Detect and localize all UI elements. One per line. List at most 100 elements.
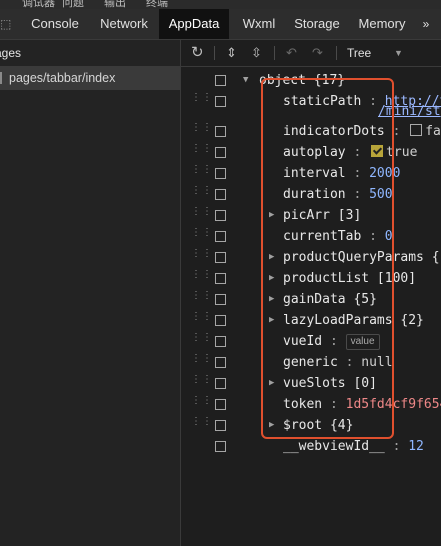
value-number[interactable]: 12 bbox=[408, 439, 424, 454]
row-checkbox[interactable] bbox=[215, 420, 226, 431]
bool-checkbox-checked[interactable] bbox=[371, 145, 384, 157]
key-label: vueId bbox=[283, 334, 323, 349]
tree-row-token[interactable]: ⋮⋮ token : 1d5fd4cf9f654 bbox=[181, 394, 441, 415]
value-text: fa bbox=[425, 124, 441, 139]
drag-handle-icon[interactable]: ⋮⋮ bbox=[191, 354, 212, 368]
drag-handle-icon[interactable]: ⋮⋮ bbox=[191, 333, 212, 347]
key-label: currentTab bbox=[283, 229, 362, 244]
page-item-tabbar-index[interactable]: pages/tabbar/index bbox=[0, 66, 180, 90]
expand-arrow-icon[interactable]: ▶ bbox=[269, 415, 274, 436]
tree-row-productList[interactable]: ⋮⋮ ▶ productList [100] bbox=[181, 268, 441, 289]
undo-icon[interactable]: ↶ bbox=[286, 40, 297, 66]
row-checkbox[interactable] bbox=[215, 252, 226, 263]
row-checkbox[interactable] bbox=[215, 399, 226, 410]
tree-row-vueSlots[interactable]: ⋮⋮ ▶ vueSlots [0] bbox=[181, 373, 441, 394]
expand-arrow-icon[interactable]: ▶ bbox=[269, 247, 274, 268]
tab-storage[interactable]: Storage bbox=[288, 9, 346, 39]
tab-console[interactable]: Console bbox=[22, 9, 88, 39]
tree-root-row[interactable]: ▼ object {17} bbox=[181, 70, 441, 91]
drag-handle-icon[interactable]: ⋮⋮ bbox=[191, 312, 212, 326]
row-checkbox[interactable] bbox=[215, 126, 226, 137]
tree-row-interval[interactable]: ⋮⋮ interval : 2000 bbox=[181, 163, 441, 184]
drag-handle-icon[interactable]: ⋮⋮ bbox=[191, 291, 212, 305]
tree-row-generic[interactable]: ⋮⋮ generic : null bbox=[181, 352, 441, 373]
tree-row-indicatorDots[interactable]: ⋮⋮ indicatorDots : fa bbox=[181, 121, 441, 142]
row-checkbox[interactable] bbox=[215, 357, 226, 368]
key-label: $root bbox=[283, 418, 323, 433]
value-number[interactable]: 500 bbox=[369, 187, 392, 202]
inspect-icon[interactable]: ⬚ bbox=[0, 9, 14, 39]
drag-handle-icon[interactable]: ⋮⋮ bbox=[191, 417, 212, 431]
collapse-all-icon[interactable]: ⇳ bbox=[251, 40, 262, 66]
drag-handle-icon[interactable]: ⋮⋮ bbox=[191, 165, 212, 179]
tab-network[interactable]: Network bbox=[92, 9, 156, 39]
key-label: __webviewId__ bbox=[283, 439, 385, 454]
tree-row-productQueryParams[interactable]: ⋮⋮ ▶ productQueryParams { bbox=[181, 247, 441, 268]
tree-row-lazyLoadParams[interactable]: ⋮⋮ ▶ lazyLoadParams {2} bbox=[181, 310, 441, 331]
value-input[interactable]: value bbox=[345, 333, 380, 350]
row-checkbox[interactable] bbox=[215, 315, 226, 326]
drag-handle-icon[interactable]: ⋮⋮ bbox=[191, 144, 212, 158]
value-text[interactable]: null bbox=[361, 355, 392, 370]
row-checkbox[interactable] bbox=[215, 210, 226, 221]
tree-row-gainData[interactable]: ⋮⋮ ▶ gainData {5} bbox=[181, 289, 441, 310]
row-checkbox[interactable] bbox=[215, 378, 226, 389]
key-label: gainData bbox=[283, 292, 346, 307]
view-mode-dropdown[interactable]: Tree bbox=[347, 40, 371, 66]
data-tree: ▼ object {17} ⋮⋮ staticPath : http://t /… bbox=[181, 70, 441, 546]
row-checkbox[interactable] bbox=[215, 168, 226, 179]
top-panel-tabs-strip: 调试器 问题 输出 终端 bbox=[0, 0, 441, 9]
drag-handle-icon[interactable]: ⋮⋮ bbox=[191, 186, 212, 200]
drag-handle-icon[interactable]: ⋮⋮ bbox=[191, 207, 212, 221]
expand-arrow-icon[interactable]: ▶ bbox=[269, 268, 274, 289]
tree-row-duration[interactable]: ⋮⋮ duration : 500 bbox=[181, 184, 441, 205]
row-checkbox[interactable] bbox=[215, 147, 226, 158]
redo-icon[interactable]: ↷ bbox=[312, 40, 323, 66]
expand-arrow-icon[interactable]: ▶ bbox=[269, 310, 274, 331]
row-checkbox[interactable] bbox=[215, 75, 226, 86]
key-label: autoplay bbox=[283, 145, 346, 160]
tab-appdata[interactable]: AppData bbox=[159, 9, 229, 39]
expand-arrow-icon[interactable]: ▶ bbox=[269, 289, 274, 310]
row-checkbox[interactable] bbox=[215, 189, 226, 200]
value-count: {5} bbox=[353, 292, 377, 307]
top-tab-terminal[interactable]: 终端 bbox=[146, 0, 168, 9]
drag-handle-icon[interactable]: ⋮⋮ bbox=[191, 375, 212, 389]
expand-arrow-icon[interactable]: ▼ bbox=[243, 70, 248, 91]
root-key: object bbox=[259, 73, 306, 88]
drag-handle-icon[interactable]: ⋮⋮ bbox=[191, 228, 212, 242]
row-checkbox[interactable] bbox=[215, 231, 226, 242]
top-tab-debugger[interactable]: 调试器 bbox=[22, 0, 55, 9]
tree-row-webviewId[interactable]: __webviewId__ : 12 bbox=[181, 436, 441, 457]
drag-handle-icon[interactable]: ⋮⋮ bbox=[191, 396, 212, 410]
value-string[interactable]: 1d5fd4cf9f654 bbox=[346, 397, 441, 412]
value-link-continued[interactable]: /mini/st bbox=[378, 104, 441, 119]
row-checkbox[interactable] bbox=[215, 273, 226, 284]
chevron-down-icon[interactable]: ▼ bbox=[394, 40, 403, 66]
more-tabs-icon[interactable]: » bbox=[416, 9, 436, 39]
tree-row-picArr[interactable]: ⋮⋮ ▶ picArr [3] bbox=[181, 205, 441, 226]
row-checkbox[interactable] bbox=[215, 336, 226, 347]
value-number[interactable]: 0 bbox=[385, 229, 393, 244]
tree-row-root[interactable]: ⋮⋮ ▶ $root {4} bbox=[181, 415, 441, 436]
row-checkbox[interactable] bbox=[215, 441, 226, 452]
drag-handle-icon[interactable]: ⋮⋮ bbox=[191, 123, 212, 137]
tree-row-autoplay[interactable]: ⋮⋮ autoplay : true bbox=[181, 142, 441, 163]
value-number[interactable]: 2000 bbox=[369, 166, 400, 181]
row-checkbox[interactable] bbox=[215, 294, 226, 305]
toolbar-divider bbox=[336, 46, 337, 60]
refresh-icon[interactable]: ↻ bbox=[191, 40, 204, 66]
appdata-toolbar: ↻ ⇕ ⇳ ↶ ↷ Tree ▼ bbox=[181, 40, 441, 67]
bool-checkbox[interactable] bbox=[410, 124, 423, 136]
tab-wxml[interactable]: Wxml bbox=[232, 9, 286, 39]
top-tab-problems[interactable]: 问题 bbox=[62, 0, 84, 9]
expand-all-icon[interactable]: ⇕ bbox=[226, 40, 237, 66]
tab-memory[interactable]: Memory bbox=[352, 9, 412, 39]
expand-arrow-icon[interactable]: ▶ bbox=[269, 205, 274, 226]
tree-row-currentTab[interactable]: ⋮⋮ currentTab : 0 bbox=[181, 226, 441, 247]
top-tab-output[interactable]: 输出 bbox=[104, 0, 126, 9]
tree-row-vueId[interactable]: ⋮⋮ vueId : value bbox=[181, 331, 441, 352]
drag-handle-icon[interactable]: ⋮⋮ bbox=[191, 249, 212, 263]
drag-handle-icon[interactable]: ⋮⋮ bbox=[191, 270, 212, 284]
expand-arrow-icon[interactable]: ▶ bbox=[269, 373, 274, 394]
